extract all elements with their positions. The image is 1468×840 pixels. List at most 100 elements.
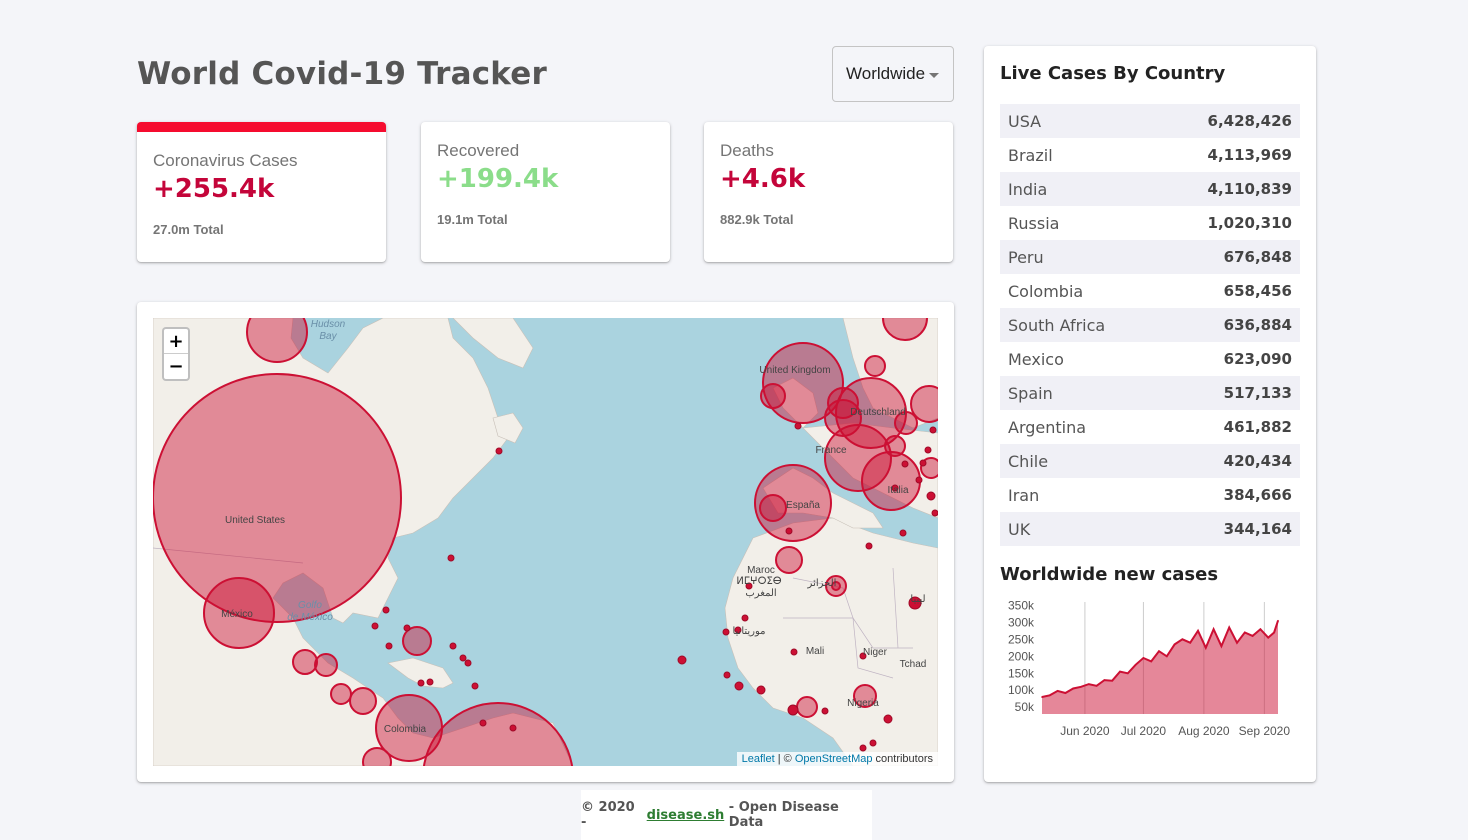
- disease-sh-link[interactable]: disease.sh: [647, 808, 725, 823]
- country-cases: 1,020,310: [1207, 214, 1292, 232]
- chart-y-tick-label: 350k: [1008, 598, 1035, 612]
- case-circle[interactable]: [759, 494, 787, 522]
- map-label-united-kingdom: United Kingdom: [759, 365, 830, 376]
- table-row: USA 6,428,426: [1000, 104, 1300, 138]
- info-card-total: 882.9k Total: [720, 212, 794, 227]
- chart-point: [1095, 685, 1098, 687]
- map-label-mali: Mali: [806, 646, 824, 657]
- leaflet-link[interactable]: Leaflet: [742, 753, 775, 765]
- case-circle[interactable]: [796, 696, 818, 718]
- footer: © 2020 - disease.sh - Open Disease Data: [581, 790, 872, 840]
- info-card-deaths[interactable]: Deaths +4.6k 882.9k Total: [704, 122, 953, 262]
- chart-point: [1228, 626, 1231, 629]
- country-name: Chile: [1008, 451, 1049, 471]
- map-label-algeria: الجزائر: [807, 578, 837, 589]
- world-map[interactable]: + − Hudson Bay United States México Golf…: [153, 318, 938, 766]
- map-label-italia: Italia: [887, 485, 909, 496]
- info-card-recovered[interactable]: Recovered +199.4k 19.1m Total: [421, 122, 670, 262]
- country-table: USA 6,428,426 Brazil 4,113,969 India 4,110,…: [1000, 104, 1300, 546]
- attribution-suffix: contributors: [872, 753, 933, 765]
- map-label-nigeria: Nigeria: [847, 698, 879, 709]
- chart-x-tick-label: Jul 2020: [1121, 724, 1167, 738]
- chart-point: [1127, 672, 1129, 675]
- chart-point: [1244, 631, 1246, 634]
- chart-y-tick-label: 150k: [1008, 666, 1035, 680]
- case-circle[interactable]: [292, 649, 318, 675]
- country-select[interactable]: Worldwide: [832, 46, 954, 102]
- case-circle[interactable]: [314, 653, 338, 677]
- chart-point: [1205, 647, 1207, 649]
- chart-point: [1103, 679, 1106, 681]
- chart-point: [1220, 645, 1223, 647]
- footer-suffix: - Open Disease Data: [728, 800, 839, 830]
- chart-point: [1049, 694, 1051, 697]
- country-name: Russia: [1008, 213, 1060, 233]
- chart-point: [1189, 641, 1192, 644]
- info-card-value: +4.6k: [720, 164, 806, 194]
- zoom-control: + −: [162, 327, 190, 381]
- map-label-france: France: [815, 445, 847, 456]
- map-label-mexico: México: [221, 609, 253, 620]
- chart-point: [1056, 690, 1059, 692]
- country-cases: 384,666: [1223, 486, 1292, 504]
- info-card-label: Recovered: [437, 141, 520, 160]
- country-name: Argentina: [1008, 417, 1087, 437]
- case-circle[interactable]: [775, 546, 803, 574]
- case-circle[interactable]: [864, 355, 886, 377]
- case-circle[interactable]: [349, 687, 377, 715]
- map-label-colombia: Colombia: [384, 724, 427, 735]
- case-circle[interactable]: [760, 383, 786, 409]
- chart-point: [1236, 641, 1238, 644]
- country-cases: 636,884: [1223, 316, 1292, 334]
- table-row: Brazil 4,113,969: [1000, 138, 1300, 172]
- map-label-de-mexico: de México: [287, 612, 333, 623]
- chart-point: [1158, 650, 1160, 653]
- case-circle[interactable]: [861, 451, 921, 511]
- case-circle[interactable]: [362, 747, 392, 766]
- chart-point: [1273, 631, 1275, 634]
- chart-y-tick-label: 100k: [1008, 683, 1035, 697]
- chart-point: [1150, 660, 1153, 663]
- country-name: India: [1008, 179, 1048, 199]
- map-label-mauritania: موريتانيا: [732, 626, 765, 637]
- country-name: Spain: [1008, 383, 1053, 403]
- map-label-maroc-arabic: المغرب: [745, 588, 776, 599]
- table-title: Live Cases By Country: [1000, 63, 1226, 84]
- attribution-separator: | ©: [774, 753, 795, 765]
- chart-x-tick-label: Sep 2020: [1239, 724, 1291, 738]
- map-label-libya: ليبيا: [910, 594, 925, 605]
- country-cases: 517,133: [1223, 384, 1292, 402]
- chart-y-tick-label: 250k: [1008, 632, 1035, 646]
- table-row: Mexico 623,090: [1000, 342, 1300, 376]
- chart-point: [1119, 670, 1121, 673]
- chart-point: [1142, 657, 1145, 659]
- zoom-in-button[interactable]: +: [164, 329, 188, 354]
- table-row: Spain 517,133: [1000, 376, 1300, 410]
- page-title: World Covid-19 Tracker: [137, 56, 547, 92]
- country-name: Mexico: [1008, 349, 1064, 369]
- map-label-tchad: Tchad: [900, 659, 927, 670]
- chart-title: Worldwide new cases: [1000, 564, 1219, 585]
- chart-point: [1064, 692, 1067, 694]
- case-circle[interactable]: [330, 683, 352, 705]
- table-row: Peru 676,848: [1000, 240, 1300, 274]
- osm-link[interactable]: OpenStreetMap: [795, 753, 873, 765]
- country-name: UK: [1008, 519, 1031, 539]
- chart-point: [1134, 663, 1137, 666]
- country-cases: 658,456: [1223, 282, 1292, 300]
- chart-point: [1166, 655, 1168, 658]
- case-circle[interactable]: [884, 435, 906, 457]
- case-circle[interactable]: [422, 702, 574, 766]
- chart-point: [1259, 628, 1262, 630]
- sidebar-card: Live Cases By Country USA 6,428,426 Brazi…: [984, 46, 1316, 782]
- country-cases: 676,848: [1223, 248, 1292, 266]
- info-card-cases[interactable]: Coronavirus Cases +255.4k 27.0m Total: [137, 122, 386, 262]
- new-cases-chart[interactable]: 50k 100k 150k 200k 250k 300k 350k Jun 2020 Jul 2…: [1000, 594, 1300, 744]
- country-select-value: Worldwide: [846, 64, 926, 83]
- map-label-united-states: United States: [225, 515, 285, 526]
- info-card-value: +199.4k: [437, 164, 559, 194]
- case-circle[interactable]: [153, 373, 402, 623]
- zoom-out-button[interactable]: −: [164, 354, 188, 379]
- chart-y-tick-label: 50k: [1015, 700, 1035, 714]
- map-label-espana: España: [786, 500, 820, 511]
